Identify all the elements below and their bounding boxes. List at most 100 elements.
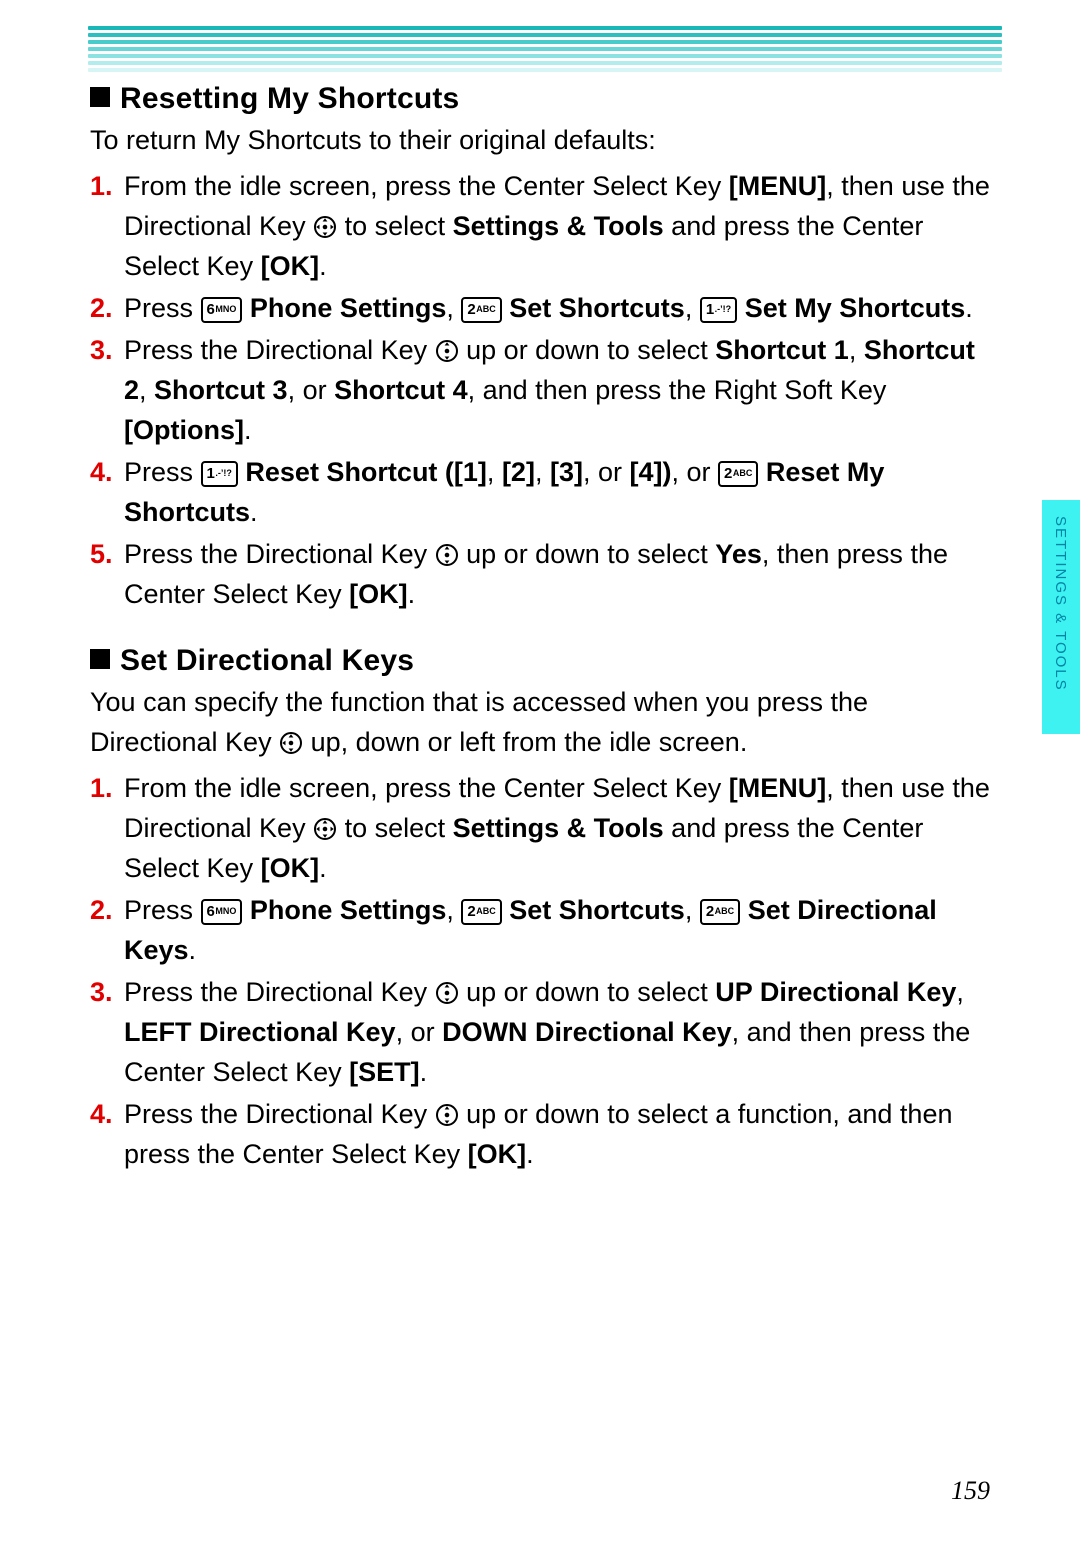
steps-list: 1.From the idle screen, press the Center…	[90, 166, 992, 614]
bold-text: Yes	[715, 539, 762, 569]
text: .	[526, 1139, 534, 1169]
text	[758, 457, 766, 487]
text: up or down to select	[459, 539, 716, 569]
text: up or down to select	[459, 335, 716, 365]
bold-text: [2]	[502, 457, 535, 487]
bold-text: LEFT Directional Key	[124, 1017, 396, 1047]
text: Press	[124, 293, 201, 323]
text: , or	[583, 457, 630, 487]
section-title-resetting: Resetting My Shortcuts	[90, 82, 992, 116]
step-item: 1.From the idle screen, press the Center…	[90, 166, 992, 286]
keypad-key-icon: 1.-’!?	[700, 297, 737, 323]
step-item: 2. Press 6MNO Phone Settings, 2ABC Set Sh…	[90, 890, 992, 970]
bold-text: Shortcut 1	[715, 335, 849, 365]
text: Press the Directional Key	[124, 1099, 435, 1129]
step-number: 5.	[90, 534, 113, 574]
text: .	[244, 415, 252, 445]
text: Press the Directional Key	[124, 539, 435, 569]
keypad-key-icon: 6MNO	[201, 297, 243, 323]
bold-text: [MENU]	[729, 171, 826, 201]
bold-text: [SET]	[349, 1057, 420, 1087]
step-number: 1.	[90, 768, 113, 808]
dir-ud-icon	[435, 339, 459, 363]
bold-text: Settings & Tools	[453, 211, 664, 241]
step-number: 3.	[90, 972, 113, 1012]
section-intro: To return My Shortcuts to their original…	[90, 120, 992, 160]
header-stripes	[88, 26, 1002, 75]
step-number: 4.	[90, 452, 113, 492]
section-title-text: Set Directional Keys	[120, 644, 414, 677]
keypad-key-icon: 2ABC	[461, 899, 501, 925]
dir-ud-icon	[435, 543, 459, 567]
text: Press	[124, 457, 201, 487]
step-number: 1.	[90, 166, 113, 206]
bold-text: Shortcut 4	[334, 375, 468, 405]
text: ,	[139, 375, 154, 405]
manual-page: Resetting My Shortcuts To return My Shor…	[0, 0, 1080, 1566]
step-item: 4. Press 1.-’!? Reset Shortcut ([1], [2],…	[90, 452, 992, 532]
text: ,	[685, 293, 700, 323]
text	[242, 895, 250, 925]
section-intro: You can specify the function that is acc…	[90, 682, 992, 762]
text	[740, 895, 748, 925]
text: , or	[288, 375, 335, 405]
text	[737, 293, 745, 323]
text: .	[420, 1057, 428, 1087]
dir-all-icon	[313, 817, 337, 841]
dir-ud-icon	[435, 1103, 459, 1127]
text	[242, 293, 250, 323]
keypad-key-icon: 6MNO	[201, 899, 243, 925]
text: .	[965, 293, 973, 323]
text: ,	[446, 895, 461, 925]
bold-text: Set Shortcuts	[509, 895, 685, 925]
text: to select	[337, 813, 453, 843]
bold-text: [MENU]	[729, 773, 826, 803]
section-title-text: Resetting My Shortcuts	[120, 82, 459, 115]
square-bullet-icon	[90, 87, 110, 107]
section-title-set-directional: Set Directional Keys	[90, 644, 992, 678]
text: ,	[487, 457, 502, 487]
text: , or	[671, 457, 718, 487]
text: .	[250, 497, 258, 527]
text: , or	[396, 1017, 443, 1047]
bold-text: Shortcut 3	[154, 375, 288, 405]
step-number: 4.	[90, 1094, 113, 1134]
text: ,	[685, 895, 700, 925]
step-item: 3. Press the Directional Key up or down t…	[90, 330, 992, 450]
step-number: 2.	[90, 890, 113, 930]
bold-text: [OK]	[261, 251, 319, 281]
text: .	[189, 935, 197, 965]
bold-text: DOWN Directional Key	[442, 1017, 732, 1047]
bold-text: [OK]	[261, 853, 319, 883]
square-bullet-icon	[90, 649, 110, 669]
keypad-key-icon: 1.-’!?	[201, 461, 238, 487]
text: ,	[535, 457, 550, 487]
step-item: 2.Press 6MNO Phone Settings, 2ABC Set Sh…	[90, 288, 992, 328]
text: Press the Directional Key	[124, 335, 435, 365]
step-item: 4.Press the Directional Key up or down t…	[90, 1094, 992, 1174]
step-item: 3.Press the Directional Key up or down t…	[90, 972, 992, 1092]
text: .	[408, 579, 416, 609]
text: Press	[124, 895, 201, 925]
text: ,	[446, 293, 461, 323]
keypad-key-icon: 2ABC	[461, 297, 501, 323]
bold-text: Settings & Tools	[453, 813, 664, 843]
keypad-key-icon: 2ABC	[700, 899, 740, 925]
text: ,	[849, 335, 864, 365]
text: , and then press the Right Soft Key	[468, 375, 887, 405]
bold-text: Set Shortcuts	[509, 293, 685, 323]
steps-list: 1.From the idle screen, press the Center…	[90, 768, 992, 1174]
bold-text: Set My Shortcuts	[745, 293, 966, 323]
text: .	[319, 251, 327, 281]
bold-text: [Options]	[124, 415, 244, 445]
text: .	[319, 853, 327, 883]
page-number: 159	[951, 1476, 990, 1506]
bold-text: Reset Shortcut ([1]	[245, 457, 487, 487]
step-number: 3.	[90, 330, 113, 370]
bold-text: Phone Settings	[250, 895, 447, 925]
bold-text: UP Directional Key	[715, 977, 956, 1007]
bold-text: [OK]	[349, 579, 407, 609]
dir-ud-icon	[435, 981, 459, 1005]
text: up or down to select	[459, 977, 716, 1007]
bold-text: [OK]	[468, 1139, 526, 1169]
